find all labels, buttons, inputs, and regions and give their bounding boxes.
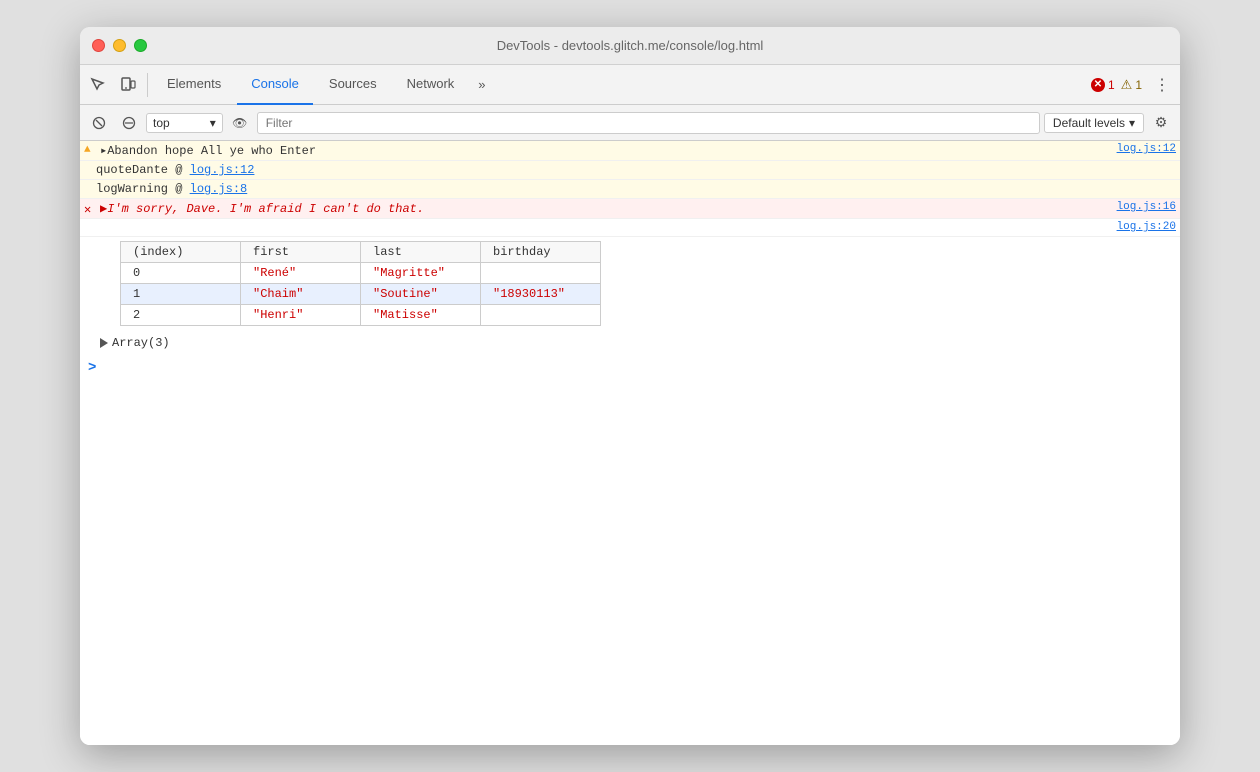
warning-badge[interactable]: ⚠ 1 bbox=[1121, 77, 1142, 93]
console-line-table-source: log.js:20 bbox=[80, 219, 1180, 237]
console-table: (index) first last birthday 0 "René" "Ma… bbox=[120, 241, 601, 326]
console-prompt[interactable]: > bbox=[80, 354, 1180, 382]
prompt-icon: > bbox=[88, 360, 96, 376]
window-controls bbox=[92, 39, 147, 52]
cell-birthday-0 bbox=[481, 263, 601, 284]
table-row: 1 "Chaim" "Soutine" "18930113" bbox=[121, 284, 601, 305]
console-toolbar: top ▾ 👁 Default levels ▾ ⚙ bbox=[80, 105, 1180, 141]
main-toolbar: Elements Console Sources Network » ✕ 1 ⚠ bbox=[80, 65, 1180, 105]
eye-icon: 👁 bbox=[232, 116, 247, 130]
close-button[interactable] bbox=[92, 39, 105, 52]
cell-birthday-1: "18930113" bbox=[481, 284, 601, 305]
tab-elements[interactable]: Elements bbox=[153, 65, 235, 105]
expand-triangle-icon[interactable] bbox=[100, 338, 108, 348]
devtools-window: DevTools - devtools.glitch.me/console/lo… bbox=[80, 27, 1180, 745]
source-link-1[interactable]: log.js:12 bbox=[1097, 143, 1176, 155]
log-link-1[interactable]: log.js:12 bbox=[190, 163, 255, 177]
console-line-warning-2: quoteDante @ log.js:12 bbox=[80, 161, 1180, 180]
console-line-warning-1: ▲ ▸Abandon hope All ye who Enter log.js:… bbox=[80, 141, 1180, 161]
console-line-error: ✕ ▶I'm sorry, Dave. I'm afraid I can't d… bbox=[80, 199, 1180, 219]
log-link-2[interactable]: log.js:8 bbox=[190, 182, 248, 196]
console-line-warning-3: logWarning @ log.js:8 bbox=[80, 180, 1180, 199]
source-link-table[interactable]: log.js:20 bbox=[1097, 221, 1176, 233]
filter-input[interactable] bbox=[257, 112, 1040, 134]
warning-icon: ▲ bbox=[84, 144, 91, 156]
chevron-down-icon: ▾ bbox=[1129, 116, 1135, 130]
table-row: 0 "René" "Magritte" bbox=[121, 263, 601, 284]
maximize-button[interactable] bbox=[134, 39, 147, 52]
cell-first-0: "René" bbox=[241, 263, 361, 284]
warning-text-2: quoteDante @ log.js:12 bbox=[96, 163, 1176, 177]
warning-text-3: logWarning @ log.js:8 bbox=[96, 182, 1176, 196]
toolbar-right: ✕ 1 ⚠ 1 ⋮ bbox=[1091, 75, 1176, 95]
array-label: Array(3) bbox=[112, 336, 170, 350]
eye-button[interactable]: 👁 bbox=[227, 110, 253, 136]
cell-index-1: 1 bbox=[121, 284, 241, 305]
block-button[interactable] bbox=[116, 110, 142, 136]
col-header-last: last bbox=[361, 242, 481, 263]
context-selector[interactable]: top ▾ bbox=[146, 113, 223, 133]
col-header-birthday: birthday bbox=[481, 242, 601, 263]
col-header-index: (index) bbox=[121, 242, 241, 263]
cell-first-1: "Chaim" bbox=[241, 284, 361, 305]
log-levels-button[interactable]: Default levels ▾ bbox=[1044, 113, 1144, 133]
source-link-error[interactable]: log.js:16 bbox=[1097, 201, 1176, 213]
menu-button[interactable]: ⋮ bbox=[1148, 75, 1176, 95]
error-icon: ✕ bbox=[1091, 78, 1105, 92]
window-title: DevTools - devtools.glitch.me/console/lo… bbox=[497, 38, 764, 53]
tab-network[interactable]: Network bbox=[393, 65, 469, 105]
array-expand-line[interactable]: Array(3) bbox=[80, 332, 1180, 354]
cell-index-0: 0 bbox=[121, 263, 241, 284]
cell-index-2: 2 bbox=[121, 305, 241, 326]
cell-last-0: "Magritte" bbox=[361, 263, 481, 284]
device-icon[interactable] bbox=[114, 71, 142, 99]
gear-icon: ⚙ bbox=[1155, 114, 1168, 131]
col-header-first: first bbox=[241, 242, 361, 263]
console-content: ▲ ▸Abandon hope All ye who Enter log.js:… bbox=[80, 141, 1180, 745]
cell-birthday-2 bbox=[481, 305, 601, 326]
tab-sources[interactable]: Sources bbox=[315, 65, 391, 105]
chevron-down-icon: ▾ bbox=[210, 116, 216, 130]
error-badge[interactable]: ✕ 1 bbox=[1091, 78, 1115, 92]
warning-text-1: ▸Abandon hope All ye who Enter bbox=[100, 143, 1097, 158]
error-icon: ✕ bbox=[84, 202, 91, 217]
more-tabs-button[interactable]: » bbox=[470, 77, 493, 92]
inspect-icon[interactable] bbox=[84, 71, 112, 99]
settings-button[interactable]: ⚙ bbox=[1148, 110, 1174, 136]
clear-console-button[interactable] bbox=[86, 110, 112, 136]
title-bar: DevTools - devtools.glitch.me/console/lo… bbox=[80, 27, 1180, 65]
devtools-container: Elements Console Sources Network » ✕ 1 ⚠ bbox=[80, 65, 1180, 745]
warning-icon: ⚠ bbox=[1121, 77, 1133, 93]
tab-console[interactable]: Console bbox=[237, 65, 313, 105]
error-text: ▶I'm sorry, Dave. I'm afraid I can't do … bbox=[100, 201, 1097, 216]
table-row: 2 "Henri" "Matisse" bbox=[121, 305, 601, 326]
divider bbox=[147, 73, 148, 97]
console-table-wrapper: (index) first last birthday 0 "René" "Ma… bbox=[80, 237, 1180, 332]
cell-last-2: "Matisse" bbox=[361, 305, 481, 326]
cell-last-1: "Soutine" bbox=[361, 284, 481, 305]
cell-first-2: "Henri" bbox=[241, 305, 361, 326]
minimize-button[interactable] bbox=[113, 39, 126, 52]
